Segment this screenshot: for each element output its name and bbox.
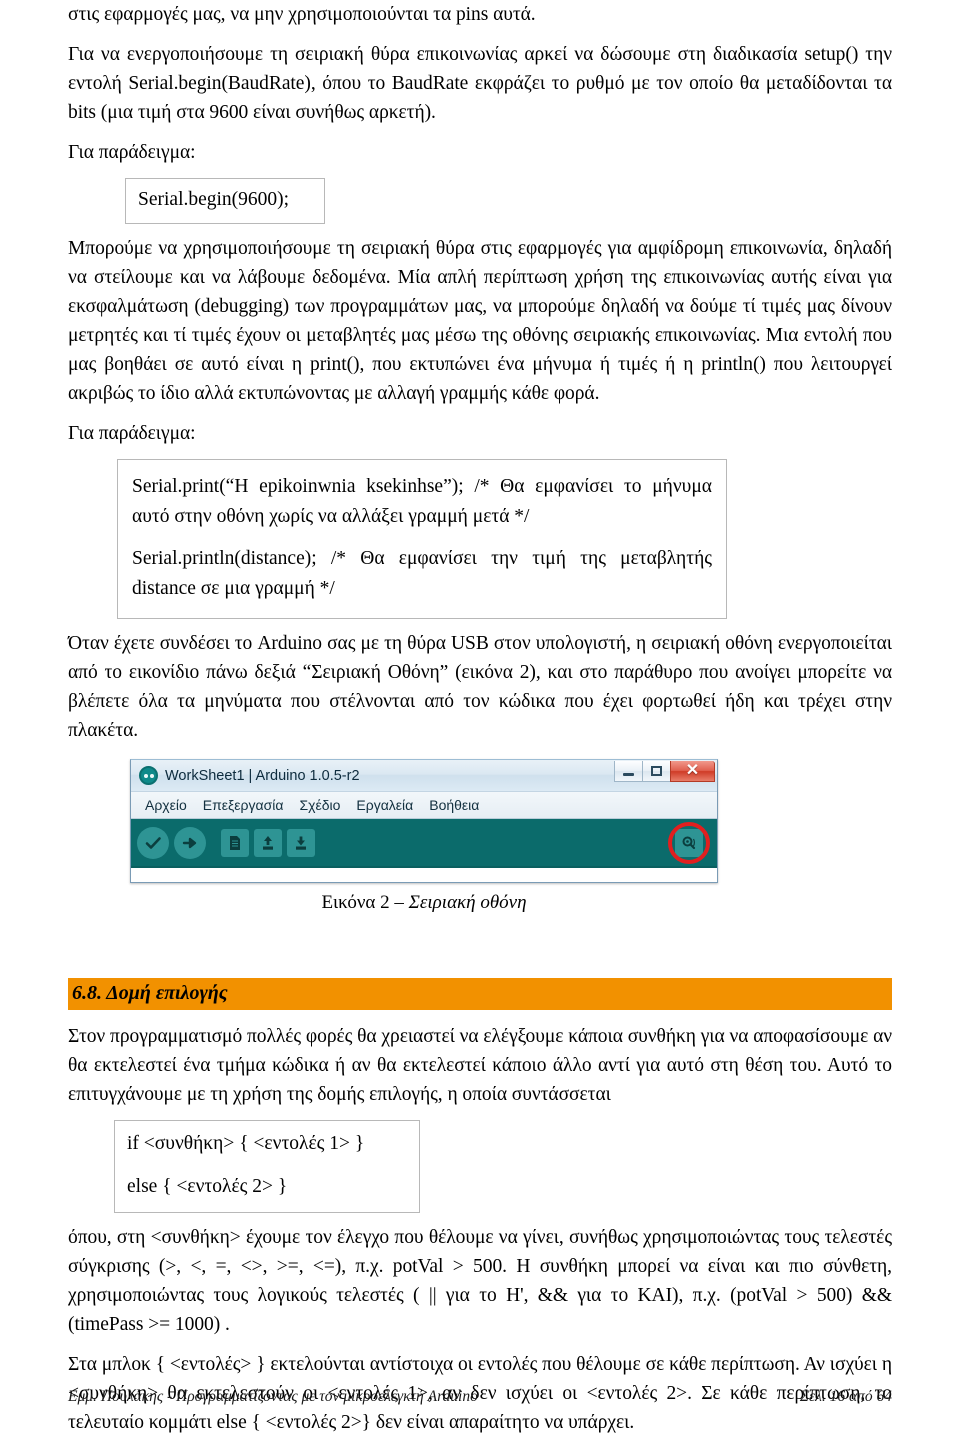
menu-item-tools[interactable]: Εργαλεία	[348, 797, 421, 813]
footer-page-number: Σελ. 16 από 64	[799, 1388, 892, 1405]
ide-title-bar: WorkSheet1 | Arduino 1.0.5-r2 ✕	[131, 760, 717, 792]
verify-checkmark-icon	[145, 836, 161, 849]
open-sketch-button[interactable]	[254, 828, 282, 857]
spacer-before-section	[68, 914, 892, 978]
menu-item-file[interactable]: Αρχείο	[137, 797, 195, 813]
paragraph-5: Στον προγραμματισμό πολλές φορές θα χρει…	[68, 1026, 892, 1105]
page-content: στις εφαρμογές μας, να μην χρησιμοποιούν…	[68, 0, 892, 1448]
window-controls: ✕	[614, 761, 715, 782]
upload-button[interactable]	[174, 826, 206, 859]
minimize-icon	[623, 772, 634, 776]
section-heading: 6.8. Δομή επιλογής	[68, 978, 892, 1010]
code-box-serial-begin: Serial.begin(9600);	[125, 178, 325, 224]
ide-menu-bar: Αρχείο Επεξεργασία Σχέδιο Εργαλεία Βοήθε…	[131, 792, 717, 819]
code-line-serial-print-1: Serial.print(“H epikoinwnia ksekinhse”);…	[132, 476, 712, 527]
menu-item-edit[interactable]: Επεξεργασία	[195, 797, 292, 813]
serial-monitor-highlight	[668, 822, 710, 864]
document-page: στις εφαρμογές μας, να μην χρησιμοποιούν…	[0, 0, 960, 1433]
paragraph-2: Για να ενεργοποιήσουμε τη σειριακή θύρα …	[68, 44, 892, 123]
paragraph-1: στις εφαρμογές μας, να μην χρησιμοποιούν…	[68, 4, 536, 25]
ide-toolbar	[131, 819, 717, 868]
code-line-if: if <συνθήκη> { <εντολές 1> }	[127, 1133, 365, 1154]
close-button[interactable]: ✕	[670, 761, 715, 782]
save-sketch-icon	[296, 836, 306, 850]
ide-editor-area[interactable]	[131, 868, 717, 882]
code-line-else: else { <εντολές 2> }	[127, 1176, 288, 1197]
example-label-2: Για παράδειγμα:	[68, 423, 196, 444]
figure-arduino-ide: WorkSheet1 | Arduino 1.0.5-r2 ✕ Αρχείο Ε…	[130, 759, 718, 914]
highlight-ring-icon	[668, 822, 710, 864]
example-label-1: Για παράδειγμα:	[68, 142, 196, 163]
minimize-button[interactable]	[614, 761, 643, 782]
code-line-serial-begin: Serial.begin(9600);	[138, 189, 290, 210]
menu-item-help[interactable]: Βοήθεια	[421, 797, 487, 813]
code-line-serial-print-2: Serial.println(distance); /* Θα εμφανίσε…	[132, 548, 712, 599]
close-icon: ✕	[685, 762, 700, 779]
page-footer: Εμμ. Πουλάκης - Προγραμματίζοντας με τον…	[68, 1388, 892, 1406]
ide-window-title: WorkSheet1 | Arduino 1.0.5-r2	[165, 767, 360, 784]
save-sketch-button[interactable]	[287, 828, 315, 857]
figure-caption-prefix: Εικόνα 2 –	[321, 892, 409, 913]
footer-author: Εμμ. Πουλάκης - Προγραμματίζοντας με τον…	[68, 1388, 478, 1405]
paragraph-4: Όταν έχετε συνδέσει το Arduino σας με τη…	[68, 633, 892, 741]
figure-caption-title: Σειριακή οθόνη	[408, 892, 527, 913]
code-box-serial-print: Serial.print(“H epikoinwnia ksekinhse”);…	[117, 459, 727, 619]
new-sketch-button[interactable]	[221, 828, 249, 857]
paragraph-3: Μπορούμε να χρησιμοποιήσουμε τη σειριακή…	[68, 238, 892, 404]
arduino-ide-window: WorkSheet1 | Arduino 1.0.5-r2 ✕ Αρχείο Ε…	[130, 759, 718, 883]
figure-caption: Εικόνα 2 – Σειριακή οθόνη	[130, 892, 718, 914]
paragraph-6: όπου, στη <συνθήκη> έχουμε τον έλεγχο πο…	[68, 1227, 892, 1335]
new-sketch-icon	[230, 835, 240, 850]
maximize-button[interactable]	[642, 761, 671, 782]
open-sketch-icon	[263, 835, 273, 850]
code-box-if-else: if <συνθήκη> { <εντολές 1> } else { <εντ…	[114, 1120, 420, 1213]
arduino-logo-icon	[139, 766, 158, 785]
menu-item-sketch[interactable]: Σχέδιο	[291, 797, 348, 813]
upload-arrow-icon	[182, 837, 197, 848]
verify-button[interactable]	[137, 826, 169, 859]
maximize-icon	[651, 766, 662, 776]
